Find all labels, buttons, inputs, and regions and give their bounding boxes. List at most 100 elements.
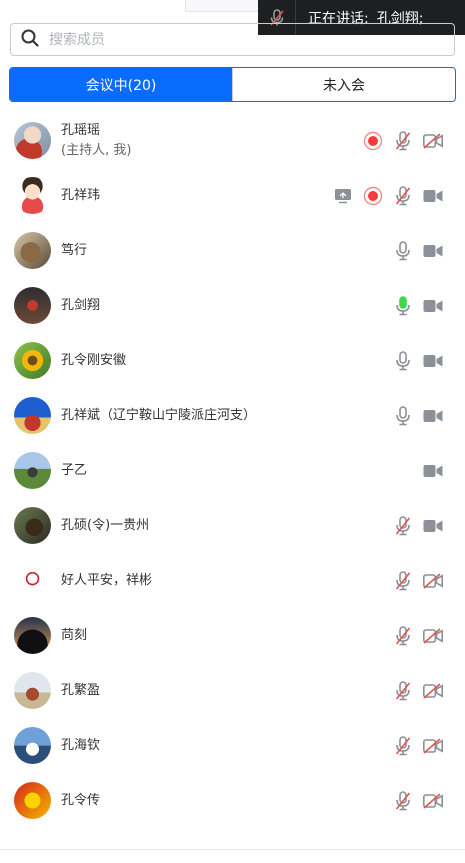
member-name: 孔祥玮 bbox=[61, 187, 101, 203]
member-row[interactable]: 孔海钦 bbox=[0, 718, 465, 773]
camera-icon[interactable] bbox=[423, 516, 443, 536]
record-icon[interactable] bbox=[363, 186, 383, 206]
screen-share-icon[interactable] bbox=[333, 186, 353, 206]
camera-off-icon[interactable] bbox=[423, 131, 443, 151]
member-name-block: 孔瑶瑶 (主持人, 我) bbox=[61, 121, 131, 161]
avatar bbox=[14, 122, 51, 159]
member-row[interactable]: 孔令刚安徽 bbox=[0, 333, 465, 388]
member-row[interactable]: 孔祥斌（辽宁鞍山宁陵派庄河支） bbox=[0, 388, 465, 443]
avatar bbox=[14, 342, 51, 379]
mic-icon[interactable] bbox=[393, 350, 413, 371]
member-status-icons bbox=[393, 680, 443, 701]
avatar bbox=[14, 727, 51, 764]
search-icon bbox=[21, 29, 39, 51]
member-list: 孔瑶瑶 (主持人, 我) 孔祥玮笃行孔剑翔孔令刚安徽孔祥斌（辽宁鞍山宁陵派庄河支） 子… bbox=[0, 113, 465, 828]
member-row[interactable]: 孔瑶瑶 (主持人, 我) bbox=[0, 113, 465, 168]
mic-muted-icon[interactable] bbox=[393, 130, 413, 151]
avatar bbox=[14, 672, 51, 709]
member-name-block: 孔硕(令)一贵州 bbox=[61, 516, 149, 536]
camera-icon[interactable] bbox=[423, 296, 443, 316]
member-name-block: 孔剑翔 bbox=[61, 296, 100, 316]
member-name: 孔剑翔 bbox=[61, 297, 101, 313]
member-row[interactable]: 子乙 bbox=[0, 443, 465, 498]
avatar bbox=[14, 507, 51, 544]
member-name: 笃行 bbox=[61, 242, 88, 258]
member-row[interactable]: 苘刻 bbox=[0, 608, 465, 663]
member-name: 孔繁盈 bbox=[61, 682, 101, 698]
camera-icon[interactable] bbox=[423, 186, 443, 206]
camera-icon[interactable] bbox=[423, 351, 443, 371]
member-status-icons bbox=[363, 130, 443, 151]
avatar bbox=[14, 287, 51, 324]
member-status-icons bbox=[393, 240, 443, 261]
divider bbox=[0, 849, 465, 850]
mic-icon[interactable] bbox=[393, 240, 413, 261]
member-name: 孔祥斌（辽宁鞍山宁陵派庄河支） bbox=[61, 407, 257, 423]
member-status-icons bbox=[393, 295, 443, 316]
member-status-icons bbox=[393, 570, 443, 591]
avatar bbox=[14, 562, 51, 599]
avatar bbox=[14, 232, 51, 269]
member-row[interactable]: 孔繁盈 bbox=[0, 663, 465, 718]
member-tabs: 会议中(20) 未入会 bbox=[9, 67, 456, 102]
tab-not-joined[interactable]: 未入会 bbox=[232, 68, 455, 101]
member-status-icons bbox=[333, 185, 443, 206]
member-name: 子乙 bbox=[61, 462, 88, 478]
avatar bbox=[14, 397, 51, 434]
member-name: 孔令传 bbox=[61, 792, 101, 808]
member-name-block: 孔祥斌（辽宁鞍山宁陵派庄河支） bbox=[61, 406, 256, 426]
member-row[interactable]: 孔祥玮 bbox=[0, 168, 465, 223]
member-row[interactable]: 孔剑翔 bbox=[0, 278, 465, 333]
member-status-icons bbox=[423, 461, 443, 481]
member-name-block: 孔海钦 bbox=[61, 736, 100, 756]
member-row[interactable]: 孔硕(令)一贵州 bbox=[0, 498, 465, 553]
camera-off-icon[interactable] bbox=[423, 681, 443, 701]
member-search-box[interactable] bbox=[10, 23, 455, 56]
camera-off-icon[interactable] bbox=[423, 736, 443, 756]
member-name-block: 孔令刚安徽 bbox=[61, 351, 126, 371]
avatar bbox=[14, 782, 51, 819]
member-row[interactable]: 孔令传 bbox=[0, 773, 465, 828]
member-name: 好人平安，祥彬 bbox=[61, 572, 153, 588]
mic-icon[interactable] bbox=[393, 405, 413, 426]
member-name-block: 笃行 bbox=[61, 241, 87, 261]
member-status-icons bbox=[393, 735, 443, 756]
member-name-block: 苘刻 bbox=[61, 626, 87, 646]
camera-off-icon[interactable] bbox=[423, 626, 443, 646]
member-name-block: 好人平安，祥彬 bbox=[61, 571, 152, 591]
member-name: 孔瑶瑶 bbox=[61, 122, 101, 138]
record-icon[interactable] bbox=[363, 131, 383, 151]
avatar bbox=[14, 617, 51, 654]
mic-muted-icon[interactable] bbox=[393, 790, 413, 811]
mic-muted-icon[interactable] bbox=[393, 625, 413, 646]
mic-muted-icon[interactable] bbox=[393, 735, 413, 756]
camera-off-icon[interactable] bbox=[423, 791, 443, 811]
member-name-block: 孔令传 bbox=[61, 791, 100, 811]
member-name: 苘刻 bbox=[61, 627, 88, 643]
mic-muted-icon[interactable] bbox=[393, 570, 413, 591]
mic-muted-icon[interactable] bbox=[393, 185, 413, 206]
tab-in-meeting[interactable]: 会议中(20) bbox=[10, 68, 232, 101]
member-status-icons bbox=[393, 790, 443, 811]
member-status-icons bbox=[393, 515, 443, 536]
search-input[interactable] bbox=[49, 31, 429, 48]
member-status-icons bbox=[393, 350, 443, 371]
avatar bbox=[14, 177, 51, 214]
member-role: (主持人, 我) bbox=[61, 142, 132, 158]
member-status-icons bbox=[393, 405, 443, 426]
member-name: 孔海钦 bbox=[61, 737, 101, 753]
camera-off-icon[interactable] bbox=[423, 571, 443, 591]
member-row[interactable]: 好人平安，祥彬 bbox=[0, 553, 465, 608]
camera-icon[interactable] bbox=[423, 241, 443, 261]
member-name-block: 孔繁盈 bbox=[61, 681, 100, 701]
camera-icon[interactable] bbox=[423, 461, 443, 481]
member-name-block: 子乙 bbox=[61, 461, 87, 481]
mic-muted-icon[interactable] bbox=[393, 680, 413, 701]
mic-speaking-icon[interactable] bbox=[393, 295, 413, 316]
avatar bbox=[14, 452, 51, 489]
member-row[interactable]: 笃行 bbox=[0, 223, 465, 278]
camera-icon[interactable] bbox=[423, 406, 443, 426]
member-name: 孔令刚安徽 bbox=[61, 352, 127, 368]
member-status-icons bbox=[393, 625, 443, 646]
mic-muted-icon[interactable] bbox=[393, 515, 413, 536]
